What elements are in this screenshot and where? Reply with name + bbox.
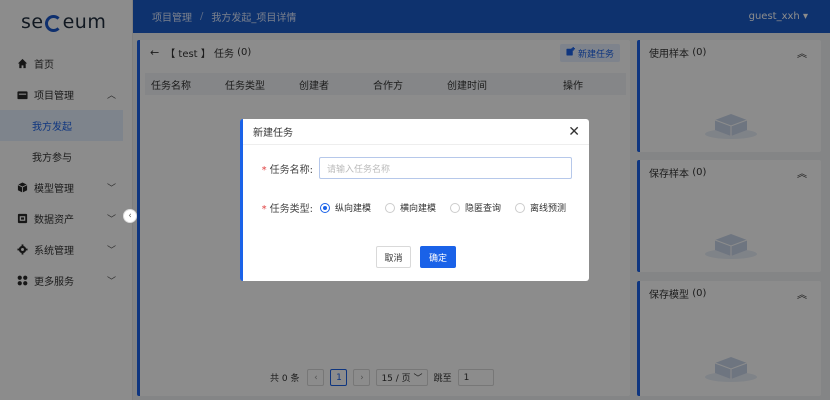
radio-checked-icon: [320, 202, 330, 213]
dialog-header: 新建任务 ✕: [243, 119, 589, 145]
radio-offline-prediction[interactable]: 离线预测: [515, 201, 566, 214]
sidebar-collapse-button[interactable]: ‹: [123, 209, 137, 223]
radio-label: 横向建模: [400, 204, 437, 214]
task-name-row: * 任务名称: 请输入任务名称: [243, 157, 572, 179]
radio-unchecked-icon: [450, 202, 461, 213]
task-name-label: * 任务名称:: [261, 164, 313, 176]
cancel-button[interactable]: 取消: [376, 246, 411, 268]
radio-label: 隐匿查询: [465, 204, 502, 214]
new-task-dialog: 新建任务 ✕ * 任务名称: 请输入任务名称 * 任务类型: 纵向建模 横向建模 隐…: [240, 119, 589, 281]
radio-unchecked-icon: [515, 202, 526, 213]
radio-horizontal-modeling[interactable]: 横向建模: [385, 201, 436, 214]
task-type-label: * 任务类型:: [261, 204, 313, 215]
task-name-input[interactable]: 请输入任务名称: [319, 157, 572, 179]
radio-unchecked-icon: [385, 202, 396, 213]
radio-private-query[interactable]: 隐匿查询: [450, 201, 501, 214]
task-name-placeholder: 请输入任务名称: [327, 164, 391, 175]
task-type-row: * 任务类型: 纵向建模 横向建模 隐匿查询 离线预测: [243, 200, 566, 215]
radio-label: 纵向建模: [335, 204, 372, 214]
confirm-button[interactable]: 确定: [420, 246, 456, 268]
radio-label: 离线预测: [530, 204, 567, 214]
dialog-title: 新建任务: [253, 128, 293, 139]
radio-vertical-modeling[interactable]: 纵向建模: [320, 201, 371, 214]
close-icon[interactable]: ✕: [568, 124, 580, 140]
